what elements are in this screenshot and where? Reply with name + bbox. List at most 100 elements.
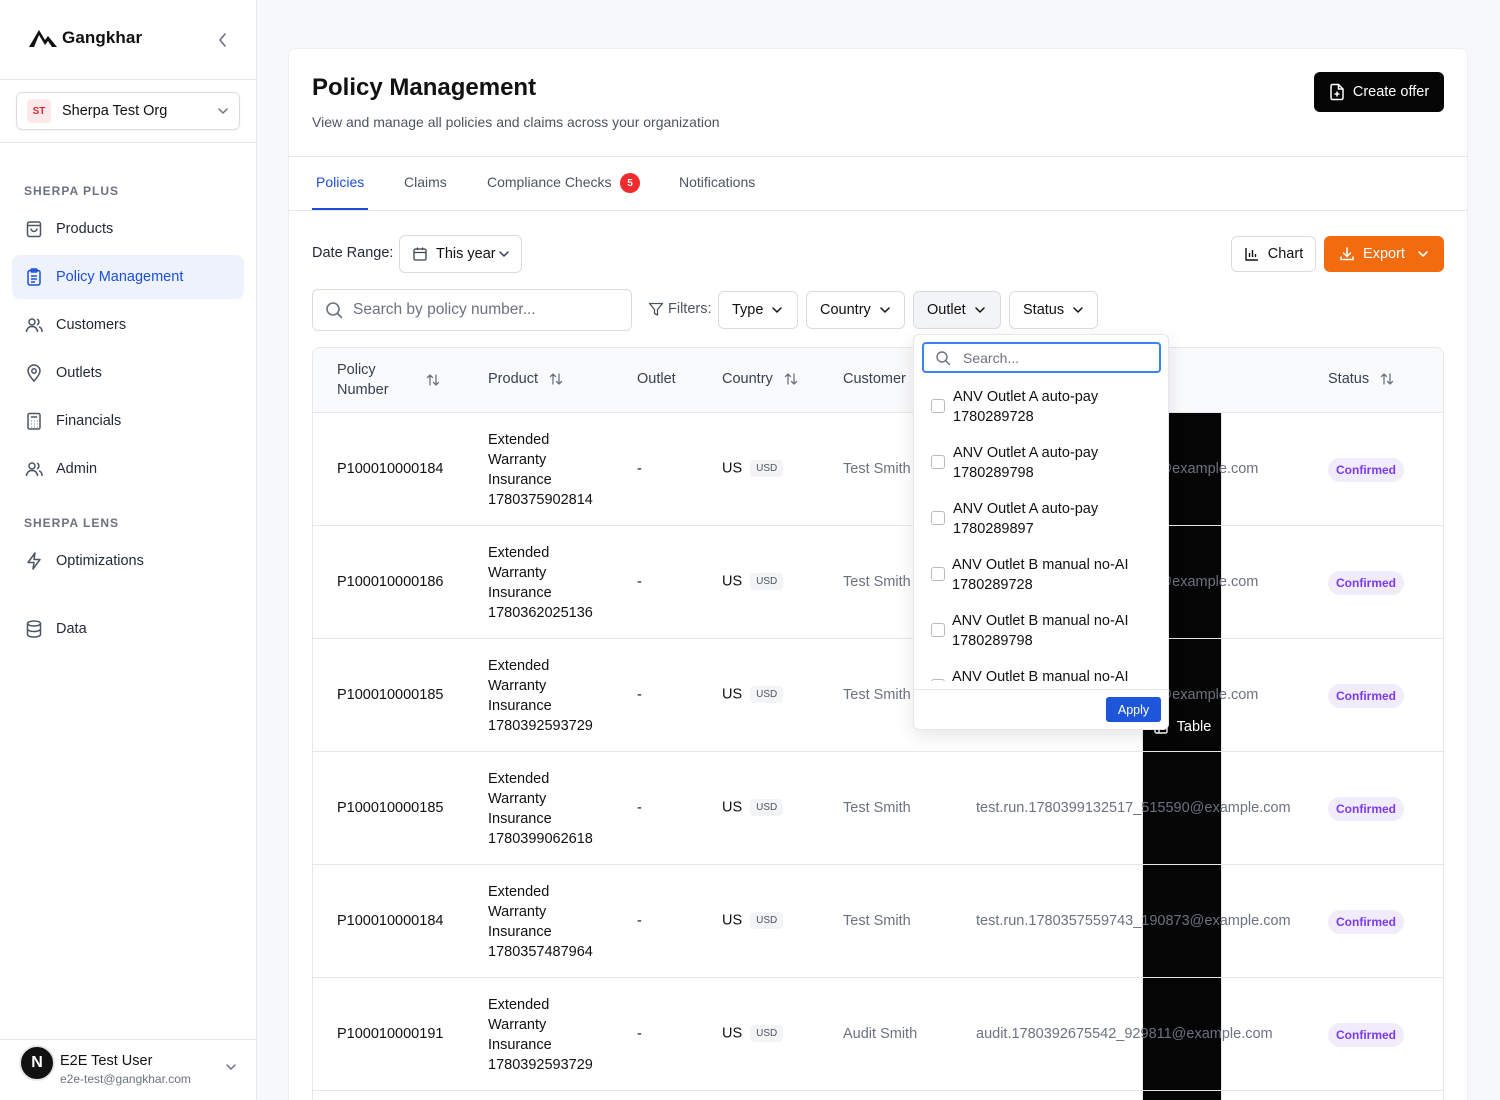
policy-number-cell[interactable]: P100010000185 <box>337 687 443 703</box>
filters-label-text: Filters: <box>668 301 712 317</box>
outlet-option-name: ANV Outlet A auto-pay <box>953 389 1099 405</box>
email-cell: audit.1780392675542_929811@example.com <box>976 1026 1273 1042</box>
outlet-option-id: 1780289798 <box>952 633 1033 649</box>
policy-number-cell[interactable]: P100010000184 <box>337 913 443 929</box>
collapse-sidebar-button[interactable] <box>213 30 233 50</box>
outlet-checkbox[interactable] <box>931 567 945 581</box>
product-line: Extended <box>488 771 550 787</box>
outlet-cell: - <box>637 1026 642 1042</box>
outlet-option[interactable]: ANV Outlet A auto-pay 1780289798 <box>914 433 1168 489</box>
outlet-option[interactable]: ANV Outlet B manual no-AI 1780289798 <box>914 601 1168 657</box>
table-row[interactable]: P100010000185 Extended Warranty Insuranc… <box>313 752 1443 865</box>
outlet-option[interactable]: ANV Outlet A auto-pay 1780289728 <box>914 377 1168 433</box>
policy-number-cell[interactable]: P100010000184 <box>337 461 443 477</box>
file-plus-icon <box>1330 83 1344 101</box>
status-filter[interactable]: Status <box>1009 291 1098 329</box>
divider <box>914 689 1168 690</box>
outlet-checkbox[interactable] <box>931 511 945 525</box>
policy-number-cell[interactable]: P100010000185 <box>337 800 443 816</box>
status-badge: Confirmed <box>1328 797 1404 821</box>
country-cell: US USD <box>722 1025 784 1042</box>
export-button[interactable]: Export <box>1324 236 1444 272</box>
outlet-option[interactable]: ANV Outlet B manual no-AI <box>914 657 1168 681</box>
product-cell: Extended Warranty Insurance 178036202513… <box>488 543 593 623</box>
currency-badge: USD <box>750 1025 784 1042</box>
download-icon <box>1340 247 1354 261</box>
outlet-option[interactable]: ANV Outlet B manual no-AI 1780289728 <box>914 545 1168 601</box>
table-row[interactable]: P100010000191 Extended Warranty Insuranc… <box>313 978 1443 1091</box>
sidebar-item-outlets[interactable]: Outlets <box>12 351 244 395</box>
chevron-down-icon <box>974 307 985 314</box>
sidebar-item-customers[interactable]: Customers <box>12 303 244 347</box>
outlet-option-list[interactable]: ANV Outlet A auto-pay 1780289728 ANV Out… <box>914 377 1168 681</box>
apply-button[interactable]: Apply <box>1106 697 1161 722</box>
outlet-option[interactable]: ANV Outlet A auto-pay 1780289897 <box>914 489 1168 545</box>
create-offer-button[interactable]: Create offer <box>1314 72 1444 112</box>
org-name: Sherpa Test Org <box>62 103 168 119</box>
policy-number-cell[interactable]: P100010000191 <box>337 1026 443 1042</box>
column-header-customer[interactable]: Customer <box>843 371 906 387</box>
column-header-country[interactable]: Country <box>722 371 799 387</box>
outlet-option-name: ANV Outlet A auto-pay <box>953 445 1099 461</box>
outlet-filter[interactable]: Outlet <box>913 291 1001 329</box>
tab-notifications[interactable]: Notifications <box>679 174 755 190</box>
outlet-checkbox[interactable] <box>931 679 945 681</box>
outlet-checkbox[interactable] <box>931 455 945 469</box>
column-header-status[interactable]: Status <box>1328 371 1395 387</box>
chevron-down-icon <box>1418 251 1428 258</box>
sidebar-item-products[interactable]: Products <box>12 207 244 251</box>
zap-icon <box>24 551 44 571</box>
sidebar-item-optimizations[interactable]: Optimizations <box>12 539 244 583</box>
calendar-icon <box>413 247 427 261</box>
product-line: Insurance <box>488 698 552 714</box>
chart-view-button[interactable]: Chart <box>1231 236 1316 272</box>
sidebar-item-policy-management[interactable]: Policy Management <box>12 255 244 299</box>
chevron-down-icon <box>1073 307 1083 314</box>
outlet-option-label: ANV Outlet B manual no-AI 1780289728 <box>952 555 1162 595</box>
create-offer-label: Create offer <box>1352 84 1430 100</box>
policy-number-cell[interactable]: P100010000186 <box>337 574 443 590</box>
avatar[interactable]: N <box>19 1045 55 1081</box>
table-row[interactable]: P100010000184 Extended Warranty Insuranc… <box>313 413 1443 526</box>
table-row[interactable]: P100010000186 Extended Warranty Insuranc… <box>313 526 1443 639</box>
product-line: Extended <box>488 432 550 448</box>
country-code: US <box>722 1025 743 1042</box>
tab-claims[interactable]: Claims <box>404 174 447 190</box>
date-range-select[interactable]: This year <box>399 235 522 273</box>
sort-icon <box>1380 373 1394 385</box>
sidebar: Gangkhar ST Sherpa Test Org SHERPA PLUS … <box>0 0 257 1100</box>
table-row[interactable]: P100010000185 Extended Warranty Insuranc… <box>313 639 1443 752</box>
table-row[interactable]: P100010000184 Extended Warranty Insuranc… <box>313 865 1443 978</box>
customer-cell: Test Smith <box>843 687 911 703</box>
outlet-option-id: 1780289728 <box>952 577 1033 593</box>
country-code: US <box>722 912 743 929</box>
policy-search-input[interactable]: Search by policy number... <box>312 289 632 331</box>
database-icon <box>24 619 44 639</box>
column-header-policy-number[interactable]: Policy Number <box>337 360 441 400</box>
currency-badge: USD <box>750 799 784 816</box>
app-logo[interactable]: Gangkhar <box>28 28 142 48</box>
customer-cell: Test Smith <box>843 800 911 816</box>
export-label: Export <box>1363 246 1405 262</box>
type-filter[interactable]: Type <box>718 291 798 329</box>
chevron-down-icon[interactable] <box>224 1062 238 1072</box>
outlet-checkbox[interactable] <box>931 623 945 637</box>
country-code: US <box>722 686 743 703</box>
country-code: US <box>722 460 743 477</box>
outlet-search-input[interactable]: Search... <box>922 342 1161 373</box>
tab-compliance-checks[interactable]: Compliance Checks <box>487 174 612 190</box>
org-switcher[interactable]: ST Sherpa Test Org <box>16 92 240 130</box>
product-line: Extended <box>488 997 550 1013</box>
country-filter[interactable]: Country <box>806 291 905 329</box>
map-pin-icon <box>24 363 44 383</box>
customer-cell: Test Smith <box>843 574 911 590</box>
tab-policies[interactable]: Policies <box>316 174 364 190</box>
sidebar-item-financials[interactable]: Financials <box>12 399 244 443</box>
column-header-product[interactable]: Product <box>488 371 564 387</box>
outlet-checkbox[interactable] <box>931 399 945 413</box>
sidebar-item-admin[interactable]: Admin <box>12 447 244 491</box>
sidebar-item-data[interactable]: Data <box>12 607 244 651</box>
currency-badge: USD <box>750 912 784 929</box>
product-line: 1780375902814 <box>488 492 593 508</box>
sidebar-item-label: Policy Management <box>56 269 184 285</box>
